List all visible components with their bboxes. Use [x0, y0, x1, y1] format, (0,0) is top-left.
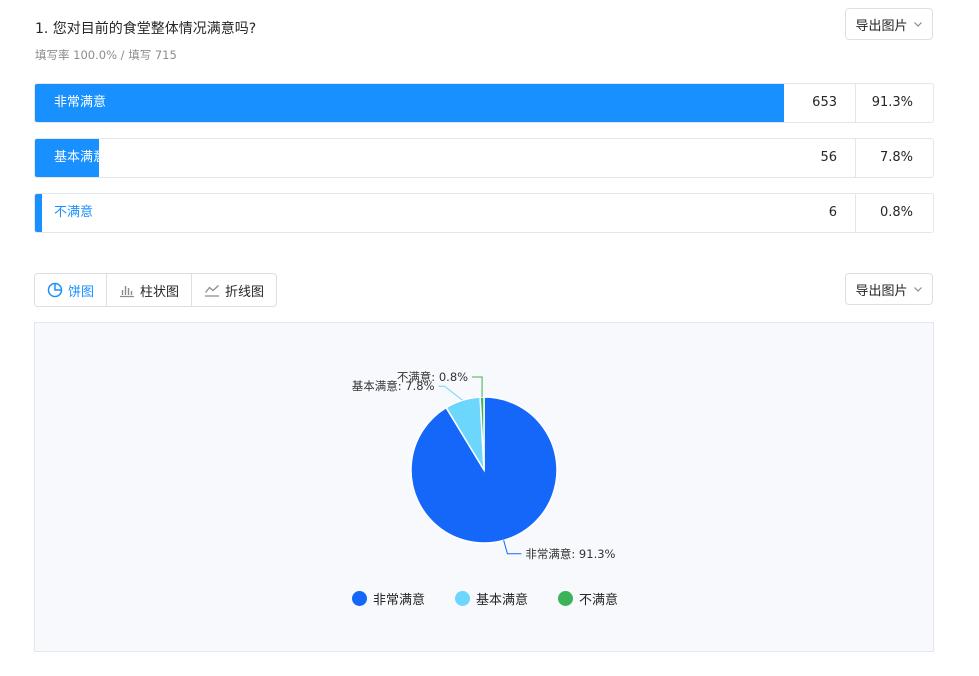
result-count: 653	[812, 95, 837, 110]
pie-leader-line	[472, 376, 483, 398]
chevron-down-icon	[913, 22, 922, 27]
result-row: 基本满意 56 7.8%	[34, 138, 934, 178]
question-meta: 填写率 100.0% / 填写 715	[35, 48, 177, 62]
export-image-button[interactable]: 导出图片	[845, 8, 933, 40]
tab-line[interactable]: 折线图	[192, 274, 276, 306]
row-divider	[855, 194, 856, 232]
result-label: 非常满意	[54, 95, 107, 110]
pie-leader-line	[438, 385, 463, 401]
result-percent: 0.8%	[879, 205, 913, 220]
legend-item[interactable]: 非常满意	[351, 589, 425, 608]
survey-result-page: 1. 您对目前的食堂整体情况满意吗? 填写率 100.0% / 填写 715 导…	[0, 0, 979, 676]
question-title: 1. 您对目前的食堂整体情况满意吗?	[35, 21, 257, 37]
result-bar-fill	[35, 84, 784, 122]
result-label: 基本满意	[54, 150, 107, 165]
result-count: 56	[820, 150, 837, 165]
result-percent: 91.3%	[871, 95, 913, 110]
result-count: 6	[828, 205, 837, 220]
legend-label: 非常满意	[372, 593, 425, 608]
result-percent: 7.8%	[879, 150, 913, 165]
legend-item[interactable]: 不满意	[558, 589, 618, 608]
legend-item[interactable]: 基本满意	[454, 589, 528, 608]
result-label: 不满意	[54, 205, 94, 220]
tab-label: 折线图	[225, 284, 265, 300]
pie-data-label: 不满意: 0.8%	[397, 370, 468, 384]
bar-chart-icon	[120, 286, 135, 298]
pie-chart-icon	[47, 282, 63, 298]
row-divider	[855, 84, 856, 122]
tab-pie[interactable]: 饼图	[35, 274, 108, 306]
tab-label: 柱状图	[140, 284, 180, 300]
line-chart-icon	[205, 285, 220, 297]
chart-legend: 非常满意 基本满意 不满意	[35, 589, 935, 608]
chart-type-tabs: 饼图 柱状图 折线图	[34, 273, 278, 307]
tab-bar[interactable]: 柱状图	[107, 274, 193, 306]
pie-leader-line	[503, 540, 522, 555]
legend-label: 基本满意	[475, 593, 528, 608]
export-image-label: 导出图片	[855, 18, 908, 34]
result-row: 不满意 6 0.8%	[34, 193, 934, 233]
result-row: 非常满意 653 91.3%	[34, 83, 934, 123]
legend-swatch	[351, 591, 367, 606]
result-bar-fill	[35, 194, 42, 232]
pie-data-label: 非常满意: 91.3%	[525, 547, 615, 561]
chart-panel: 非常满意: 91.3% 基本满意: 7.8% 不满意: 0.8% 非常满意 基本满意…	[34, 322, 934, 652]
export-chart-image-button[interactable]: 导出图片	[845, 273, 933, 305]
chevron-down-icon	[913, 287, 922, 292]
legend-swatch	[558, 591, 573, 606]
row-divider	[855, 139, 856, 177]
export-image-label: 导出图片	[855, 283, 908, 299]
legend-swatch	[454, 591, 470, 606]
tab-label: 饼图	[68, 284, 95, 300]
legend-label: 不满意	[579, 593, 619, 608]
